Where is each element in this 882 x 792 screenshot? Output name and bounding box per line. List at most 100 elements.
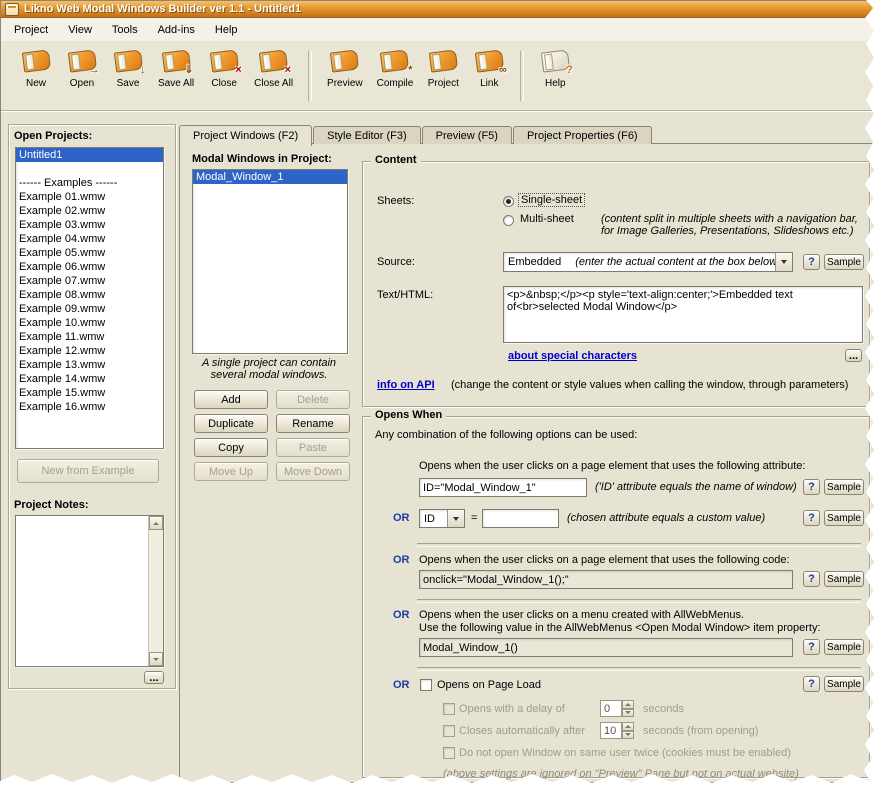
- toolbar-new-button[interactable]: New: [13, 48, 59, 92]
- help-book-icon: ?: [542, 51, 569, 71]
- list-item[interactable]: Example 11.wmw: [16, 330, 163, 344]
- spin-down-icon: [622, 731, 634, 740]
- list-item[interactable]: Example 09.wmw: [16, 302, 163, 316]
- cookie-label: Do not open Window on same user twice (c…: [459, 747, 791, 759]
- code-help-button[interactable]: ?: [803, 571, 820, 587]
- tab-project-windows[interactable]: Project Windows (F2): [179, 125, 312, 146]
- add-button[interactable]: Add: [194, 390, 268, 409]
- notes-scrollbar[interactable]: [148, 516, 163, 666]
- list-item[interactable]: Example 02.wmw: [16, 204, 163, 218]
- menu-sample-button[interactable]: Sample: [824, 639, 864, 655]
- list-item[interactable]: ------ Examples ------: [16, 176, 163, 190]
- custom-attribute-sample-button[interactable]: Sample: [824, 510, 864, 526]
- menu-help-button[interactable]: ?: [803, 639, 820, 655]
- list-item-selected[interactable]: Modal_Window_1: [193, 170, 347, 184]
- list-item[interactable]: Example 15.wmw: [16, 386, 163, 400]
- list-item-selected[interactable]: Untitled1: [16, 148, 163, 162]
- delay-checkbox: [443, 703, 455, 715]
- menu-help[interactable]: Help: [205, 20, 248, 40]
- content-more-button[interactable]: ...: [845, 349, 862, 362]
- single-sheet-label[interactable]: Single-sheet: [518, 193, 585, 207]
- menu-tools[interactable]: Tools: [102, 20, 148, 40]
- tab-style-editor[interactable]: Style Editor (F3): [313, 126, 420, 144]
- toolbar-compile-label: Compile: [377, 78, 414, 89]
- multi-sheet-radio[interactable]: [503, 215, 514, 226]
- preview-icon: [331, 51, 358, 71]
- help-overlay-icon: ?: [566, 64, 573, 76]
- scroll-up-icon[interactable]: [149, 516, 163, 530]
- toolbar-project-button[interactable]: Project: [420, 48, 466, 92]
- menu-addins[interactable]: Add-ins: [148, 20, 205, 40]
- toolbar-open-button[interactable]: → Open: [59, 48, 105, 92]
- attribute-select[interactable]: ID: [419, 509, 465, 528]
- list-item[interactable]: Example 08.wmw: [16, 288, 163, 302]
- custom-attribute-value-input[interactable]: [482, 509, 559, 528]
- multi-sheet-label[interactable]: Multi-sheet: [520, 213, 574, 225]
- close-overlay-icon: ×: [235, 64, 241, 76]
- list-item[interactable]: Example 04.wmw: [16, 232, 163, 246]
- duplicate-button[interactable]: Duplicate: [194, 414, 268, 433]
- dropdown-arrow-icon[interactable]: [775, 253, 792, 271]
- page-load-label[interactable]: Opens on Page Load: [437, 679, 541, 691]
- attribute-help-button[interactable]: ?: [803, 479, 820, 495]
- source-sample-button[interactable]: Sample: [824, 254, 864, 270]
- source-dropdown[interactable]: Embedded (enter the actual content at th…: [503, 252, 793, 272]
- list-item[interactable]: Example 13.wmw: [16, 358, 163, 372]
- single-sheet-radio[interactable]: [503, 196, 514, 207]
- page-load-checkbox[interactable]: [420, 679, 432, 691]
- list-item[interactable]: Example 05.wmw: [16, 246, 163, 260]
- list-item[interactable]: Example 14.wmw: [16, 372, 163, 386]
- toolbar-help-button[interactable]: ? Help: [532, 48, 578, 92]
- scroll-down-icon[interactable]: [149, 652, 163, 666]
- open-projects-panel: Open Projects: Untitled1 ------ Examples…: [8, 124, 176, 689]
- menu-view[interactable]: View: [58, 20, 102, 40]
- app-window: Likno Web Modal Windows Builder ver 1.1 …: [0, 0, 882, 792]
- custom-attribute-help-button[interactable]: ?: [803, 510, 820, 526]
- menu-project[interactable]: Project: [4, 20, 58, 40]
- modal-windows-list[interactable]: Modal_Window_1: [192, 169, 348, 354]
- delete-button: Delete: [276, 390, 350, 409]
- list-item[interactable]: Example 16.wmw: [16, 400, 163, 414]
- list-item[interactable]: Example 12.wmw: [16, 344, 163, 358]
- special-characters-link[interactable]: about special characters: [508, 350, 637, 362]
- page-load-sample-button[interactable]: Sample: [824, 676, 864, 692]
- tab-preview[interactable]: Preview (F5): [422, 126, 512, 144]
- delay-label: Opens with a delay of: [459, 703, 565, 715]
- toolbar-save-button[interactable]: ↓ Save: [105, 48, 151, 92]
- attribute-sample-button[interactable]: Sample: [824, 479, 864, 495]
- scroll-track[interactable]: [149, 530, 163, 652]
- toolbar-close-button[interactable]: × Close: [201, 48, 247, 92]
- close-project-icon: ×: [211, 51, 238, 71]
- text-html-input[interactable]: <p>&nbsp;</p><p style='text-align:center…: [503, 286, 863, 343]
- code-value-input[interactable]: [419, 570, 793, 589]
- source-help-button[interactable]: ?: [803, 254, 820, 270]
- attribute-select-value: ID: [420, 513, 435, 525]
- project-notes-box: [15, 515, 164, 667]
- list-item[interactable]: Example 10.wmw: [16, 316, 163, 330]
- project-notes-input[interactable]: [16, 516, 148, 666]
- list-item[interactable]: Example 03.wmw: [16, 218, 163, 232]
- attribute-value-input[interactable]: [419, 478, 587, 497]
- toolbar-link-button[interactable]: ∞ Link: [466, 48, 512, 92]
- tab-project-properties[interactable]: Project Properties (F6): [513, 126, 652, 144]
- code-sample-button[interactable]: Sample: [824, 571, 864, 587]
- project-icon: [430, 51, 457, 71]
- toolbar-preview-button[interactable]: Preview: [320, 48, 370, 92]
- toolbar-close-all-button[interactable]: × Close All: [247, 48, 300, 92]
- info-on-api-link[interactable]: info on API: [377, 379, 435, 391]
- notes-more-button[interactable]: ...: [144, 671, 164, 684]
- list-item[interactable]: Example 07.wmw: [16, 274, 163, 288]
- toolbar-close-all-label: Close All: [254, 78, 293, 89]
- open-projects-list[interactable]: Untitled1 ------ Examples ------ Example…: [15, 147, 164, 449]
- list-item[interactable]: Example 06.wmw: [16, 260, 163, 274]
- dropdown-arrow-icon[interactable]: [447, 510, 464, 527]
- auto-close-checkbox: [443, 725, 455, 737]
- copy-button[interactable]: Copy: [194, 438, 268, 457]
- list-item[interactable]: Example 01.wmw: [16, 190, 163, 204]
- rename-button[interactable]: Rename: [276, 414, 350, 433]
- toolbar-save-all-button[interactable]: ⇓ Save All: [151, 48, 201, 92]
- page-load-help-button[interactable]: ?: [803, 676, 820, 692]
- spin-up-icon: [622, 722, 634, 731]
- menu-value-input[interactable]: [419, 638, 793, 657]
- toolbar-compile-button[interactable]: * Compile: [370, 48, 421, 92]
